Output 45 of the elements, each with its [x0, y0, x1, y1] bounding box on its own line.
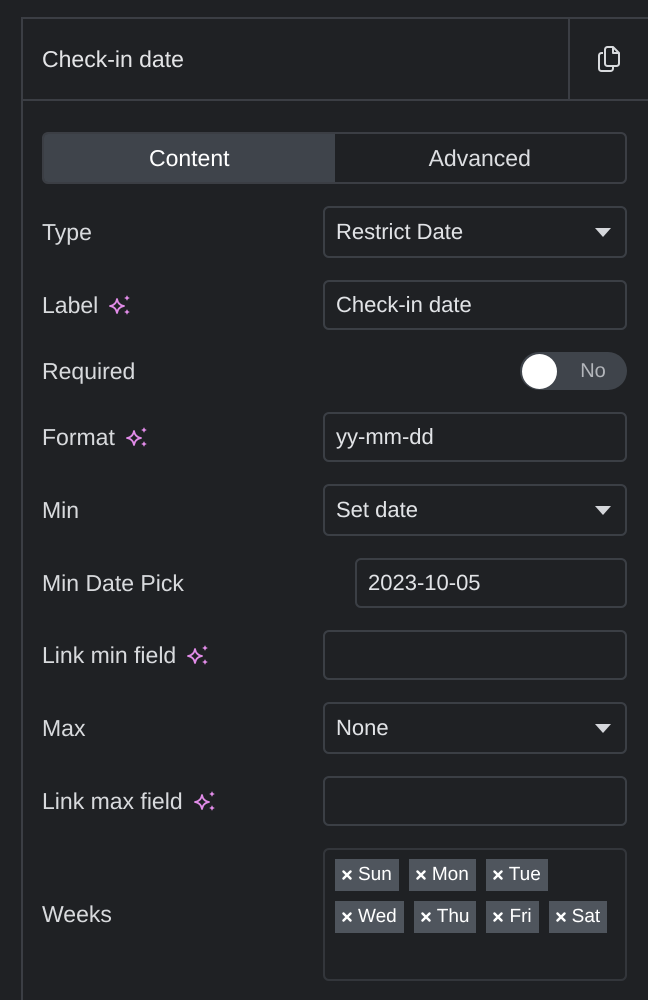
dropdown-field[interactable]: None [323, 702, 627, 754]
caret-down-icon [595, 724, 611, 732]
toggle-switch[interactable]: No [520, 352, 627, 390]
caret-down-icon [595, 506, 611, 514]
tab[interactable]: Content [44, 134, 334, 182]
close-icon[interactable] [342, 870, 352, 880]
text-field[interactable]: yy-mm-dd [323, 412, 627, 462]
field-label: Min [42, 496, 80, 524]
field-label: Weeks [42, 901, 112, 928]
text-field[interactable]: Check-in date [323, 280, 627, 330]
caret-down-icon [595, 228, 611, 236]
field-label: Max [42, 714, 86, 742]
weekday-tag[interactable]: Fri [486, 901, 539, 933]
text-field[interactable] [323, 776, 627, 826]
weekday-tag[interactable]: Mon [408, 859, 476, 891]
field-label: Label [42, 292, 98, 318]
field-label: Link max field [42, 788, 183, 814]
weekday-tag[interactable]: Thu [414, 901, 476, 933]
date-field[interactable]: 2023-10-05 [355, 558, 627, 608]
copy-icon[interactable] [598, 46, 620, 72]
weekday-tag[interactable]: Wed [335, 901, 404, 933]
field-label: Link min field [42, 642, 176, 668]
tags-field[interactable]: Sun Mon Tue Wed Thu Fri Sat [323, 848, 627, 981]
close-icon[interactable] [493, 912, 504, 922]
sparkle-icon[interactable] [194, 790, 216, 812]
field-label: Format [42, 424, 115, 450]
close-icon[interactable] [342, 912, 352, 922]
close-icon[interactable] [416, 870, 426, 880]
sparkle-icon[interactable] [109, 294, 132, 316]
sparkle-icon[interactable] [187, 644, 210, 666]
dropdown-field[interactable]: Set date [323, 484, 627, 536]
weekday-tag[interactable]: Sat [548, 901, 608, 933]
dropdown-field[interactable]: Restrict Date [323, 206, 627, 258]
field-label: Type [42, 218, 92, 246]
field-label: Required [42, 358, 136, 384]
text-field[interactable] [323, 630, 627, 680]
close-icon[interactable] [492, 870, 503, 880]
weekday-tag[interactable]: Tue [486, 859, 548, 891]
close-icon[interactable] [556, 912, 566, 922]
weekday-tag[interactable]: Sun [335, 859, 399, 891]
tab[interactable]: Advanced [334, 134, 625, 182]
close-icon[interactable] [420, 912, 431, 922]
sparkle-icon[interactable] [126, 426, 148, 448]
panel-title: Check-in date [41, 46, 185, 72]
field-label: Min Date Pick [42, 570, 184, 596]
